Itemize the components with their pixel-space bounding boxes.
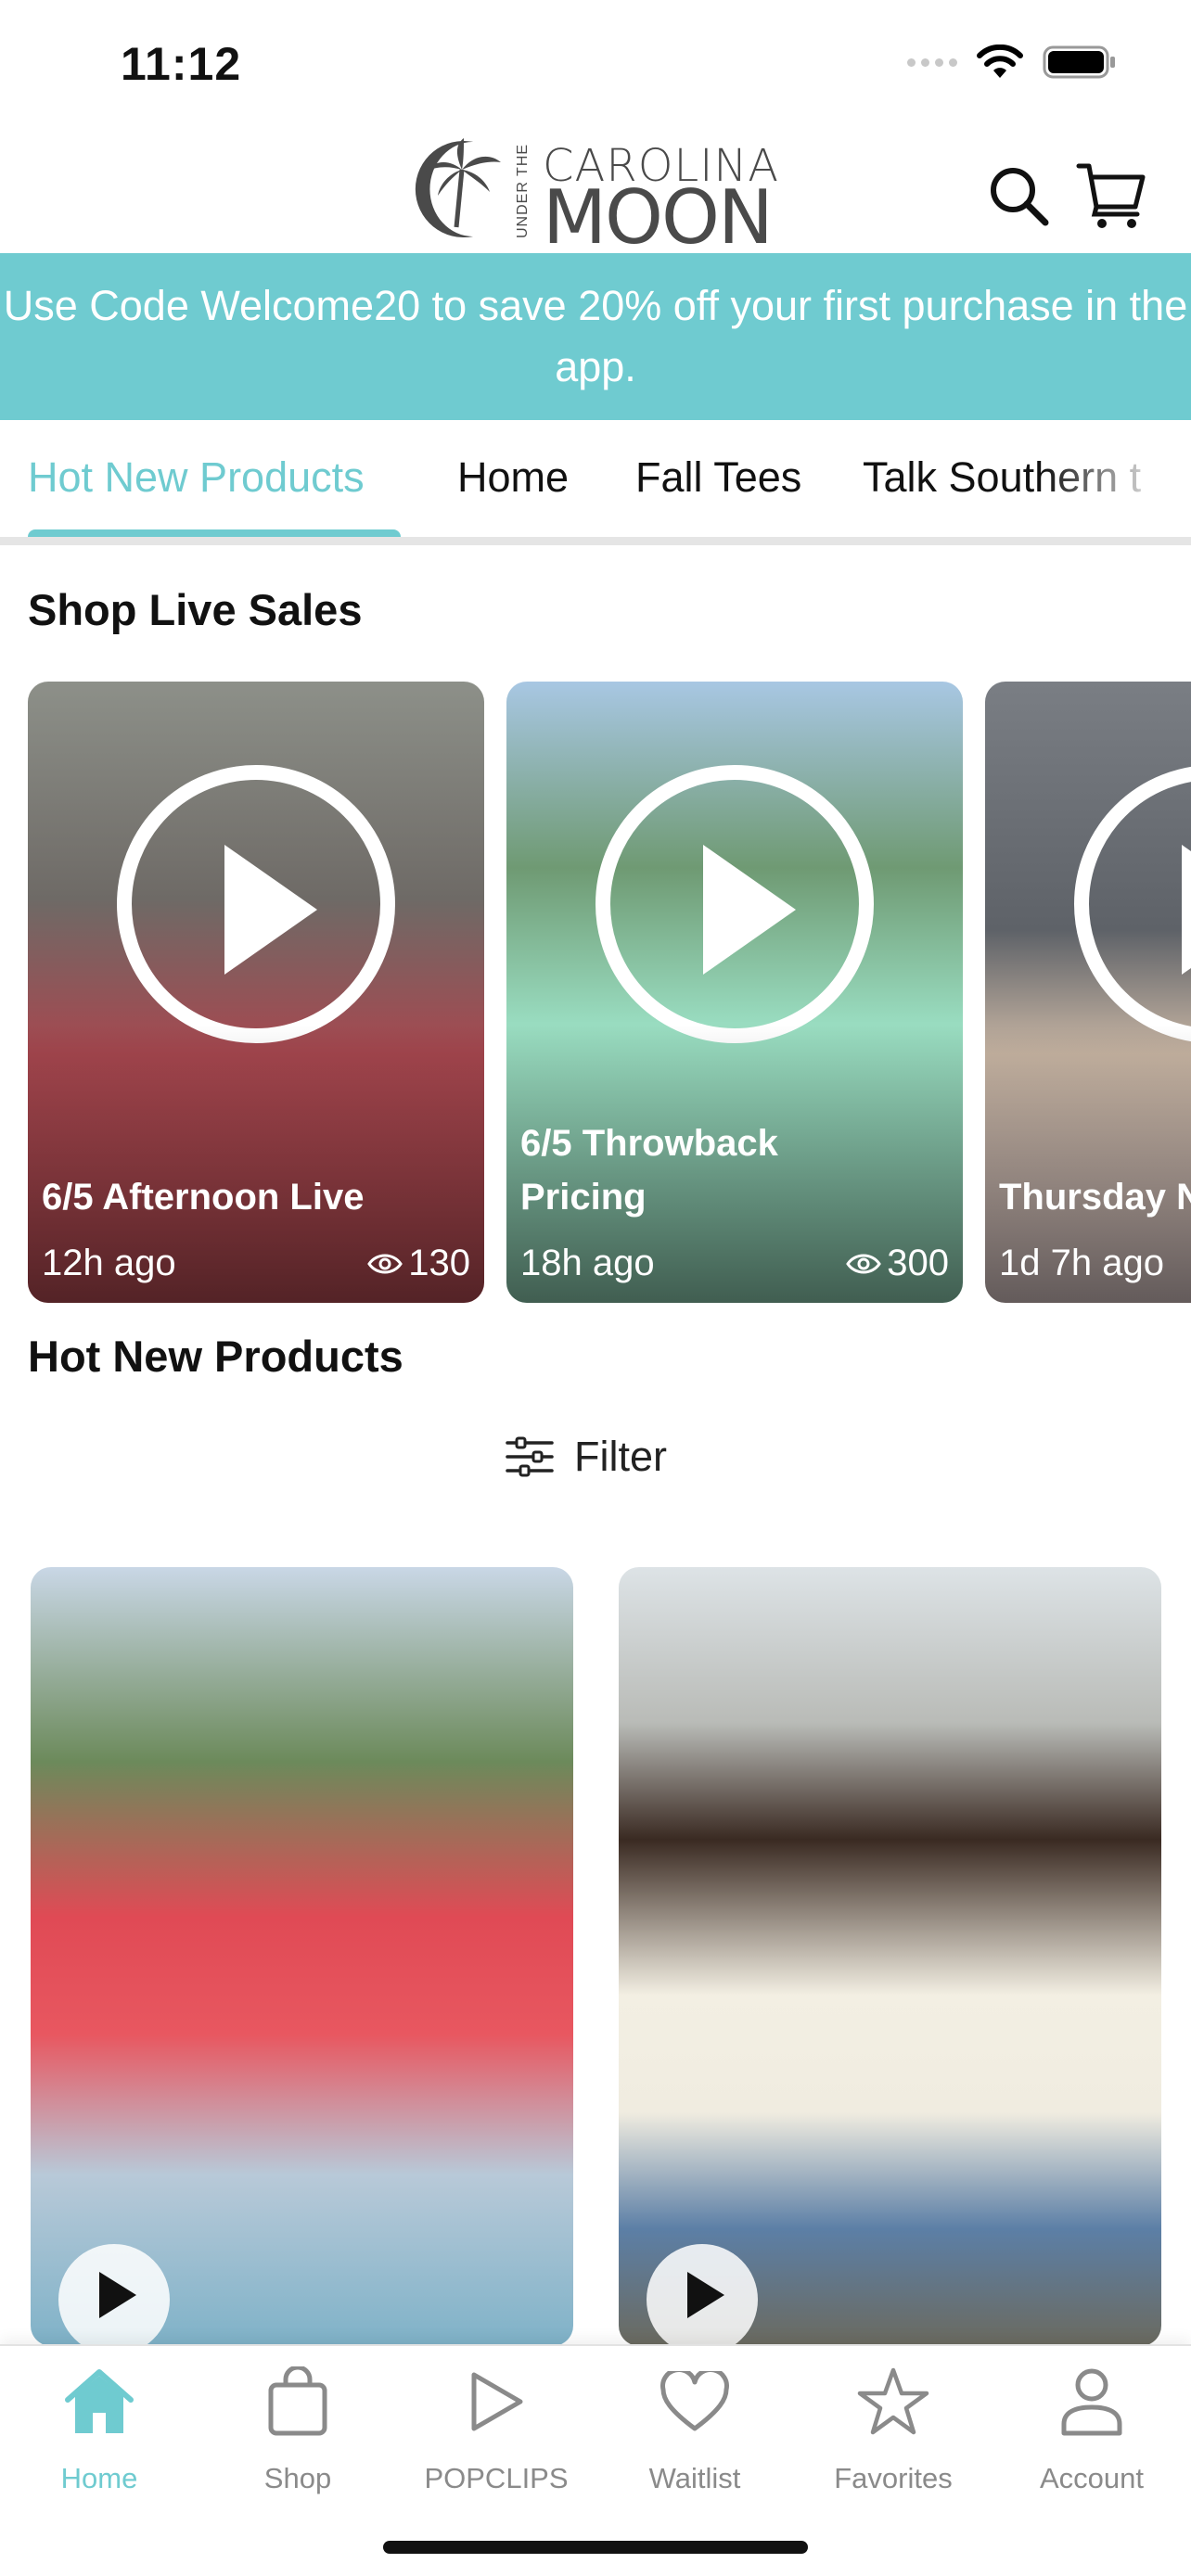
live-sale-title: 6/5 Afternoon Live [42,1177,365,1218]
product-video-button[interactable] [58,2244,170,2346]
nav-home-label: Home [60,2462,138,2494]
cart-button[interactable] [1074,159,1148,233]
nav-favorites-label: Favorites [834,2462,953,2494]
live-sales-carousel: 6/5 Afternoon Live 12h ago 130 6/5 Throw… [0,682,1191,1303]
live-sale-card[interactable]: 6/5 Afternoon Live 12h ago 130 [28,682,484,1303]
cart-icon [1076,163,1146,228]
play-icon [687,2272,724,2318]
filter-button[interactable]: Filter [506,1433,667,1481]
live-sales-heading: Shop Live Sales [28,585,363,634]
status-icons [907,45,1117,80]
play-icon [703,845,796,975]
promo-text: Use Code Welcome20 to save 20% off your … [3,282,1188,390]
wifi-icon [977,45,1023,78]
logo-small-text: UNDER THE [515,143,531,239]
eye-icon [846,1254,882,1273]
live-sale-card[interactable]: Thursday N 1d 7h ago [985,682,1191,1303]
palm-moon-icon [415,138,501,237]
nav-shop[interactable]: Shop [198,2346,397,2494]
nav-favorites[interactable]: Favorites [794,2346,992,2494]
app-header: UNDER THE CAROLINA MOON [0,125,1191,255]
nav-waitlist[interactable]: Waitlist [596,2346,794,2494]
play-icon [224,845,317,975]
play-button[interactable] [1074,765,1191,1043]
nav-popclips-label: POPCLIPS [424,2462,569,2494]
eye-icon [367,1254,403,1273]
filter-label: Filter [574,1433,667,1480]
play-button[interactable] [117,765,395,1043]
home-icon [62,2365,136,2439]
brand-logo[interactable]: UNDER THE CAROLINA MOON [408,134,788,255]
play-icon [99,2272,136,2318]
status-time: 11:12 [121,38,242,90]
live-sale-views: 300 [846,1243,949,1284]
tab-fall-tees[interactable]: Fall Tees [635,453,801,502]
tab-hot-new-products[interactable]: Hot New Products [28,453,365,502]
nav-waitlist-label: Waitlist [648,2462,741,2494]
status-bar: 11:12 [0,0,1191,125]
product-card[interactable] [31,1567,573,2346]
play-icon [1182,845,1191,975]
nav-account[interactable]: Account [992,2346,1191,2494]
shopping-bag-icon [261,2365,335,2439]
nav-account-label: Account [1039,2462,1144,2494]
search-button[interactable] [981,159,1056,233]
live-sale-card[interactable]: 6/5 Throwback Pricing 18h ago 300 [506,682,963,1303]
play-outline-icon [459,2365,533,2439]
search-icon [991,168,1049,226]
active-tab-indicator [28,529,401,537]
views-count: 130 [408,1243,470,1283]
home-indicator [383,2541,808,2554]
product-card[interactable] [619,1567,1161,2346]
star-icon [856,2365,930,2439]
tabs-fade [1043,420,1191,537]
live-sale-time: 18h ago [520,1243,655,1283]
logo-bottom-text: MOON [543,174,774,261]
person-icon [1055,2365,1129,2439]
heart-icon [658,2365,732,2439]
cellular-signal-icon [907,57,957,67]
battery-icon [1043,45,1115,79]
live-sale-time: 1d 7h ago [999,1243,1164,1283]
live-sale-title: Thursday N [999,1177,1191,1218]
views-count: 300 [887,1243,949,1283]
live-sale-time: 12h ago [42,1243,176,1283]
nav-shop-label: Shop [263,2462,332,2494]
product-video-button[interactable] [647,2244,758,2346]
hot-new-products-heading: Hot New Products [28,1332,403,1381]
filter-sliders-icon [506,1436,554,1477]
category-tabs: Hot New Products Home Fall Tees Talk Sou… [0,420,1191,545]
live-sale-views: 130 [367,1243,470,1284]
promo-banner[interactable]: Use Code Welcome20 to save 20% off your … [0,253,1191,420]
nav-home[interactable]: Home [0,2346,198,2494]
tab-home[interactable]: Home [457,453,569,502]
nav-popclips[interactable]: POPCLIPS [397,2346,596,2494]
play-button[interactable] [596,765,874,1043]
live-sale-title: 6/5 Throwback Pricing [520,1123,778,1218]
